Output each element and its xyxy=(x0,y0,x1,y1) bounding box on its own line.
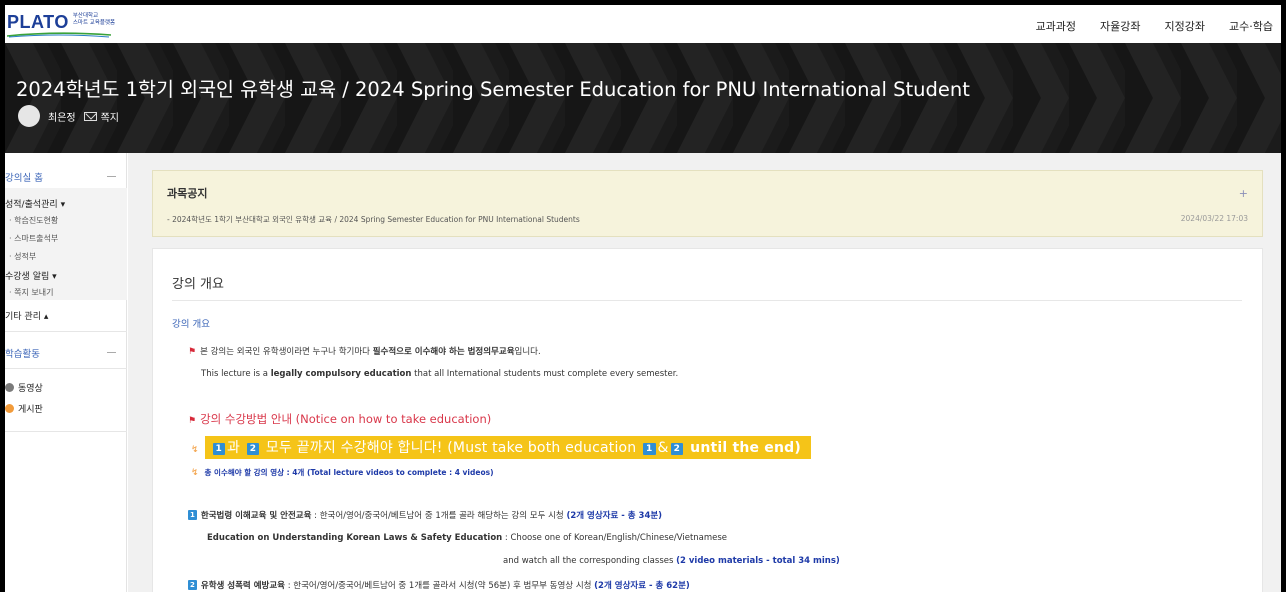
course-title: 2024학년도 1학기 외국인 유학생 교육 / 2024 Spring Sem… xyxy=(16,78,970,101)
text: until the end) xyxy=(685,440,801,456)
section-subtitle: 강의 개요 xyxy=(172,319,210,330)
notice-more-icon[interactable]: + xyxy=(1239,187,1248,200)
text: 본 강의는 외국인 유학생이라면 누구나 학기마다 xyxy=(200,347,373,357)
bolt-icon: ↯ xyxy=(191,445,199,455)
text: that all International students must com… xyxy=(411,369,679,379)
nav-self-course[interactable]: 자율강좌 xyxy=(1100,18,1140,34)
divider xyxy=(5,431,127,432)
flag-icon: ⚑ xyxy=(188,416,197,426)
logo-text: PLATO xyxy=(7,12,69,32)
number-badge: 2 xyxy=(246,443,260,455)
text-blue: (2개 영상자료 - 총 34분) xyxy=(566,511,663,521)
notice-item[interactable]: - 2024학년도 1학기 부산대학교 외국인 유학생 교육 / 2024 Sp… xyxy=(167,214,580,225)
number-badge: 2 xyxy=(188,580,197,590)
logo-sub-line2: 스마트 교육플랫폼 xyxy=(72,19,116,26)
instructor-name[interactable]: 최은정 xyxy=(48,109,76,124)
text: 입니다. xyxy=(514,347,541,357)
sidebar: 강의실 홈 성적/출석관리 ▾ · 학습진도현황 · 스마트출석부 · 성적부 … xyxy=(5,153,127,592)
logo-subtitle: 부산대학교 스마트 교육플랫폼 xyxy=(73,13,115,26)
notice-date: 2024/03/22 17:03 xyxy=(1180,214,1248,223)
logo-sub-line1: 부산대학교 xyxy=(72,13,99,19)
number-badge: 1 xyxy=(188,510,197,520)
sidebar-item-attendance[interactable]: · 스마트출석부 xyxy=(9,233,58,244)
section-title: 강의 개요 xyxy=(172,277,224,292)
text-bold: 필수적으로 이수해야 하는 법정의무교육 xyxy=(372,347,515,357)
sidebar-item-label: 학습진도현황 xyxy=(14,216,59,225)
sidebar-alerts[interactable]: 수강생 알림 ▾ xyxy=(5,269,57,282)
text: and watch all the corresponding classes xyxy=(503,556,677,566)
avatar xyxy=(18,105,40,127)
sidebar-item-board[interactable]: 게시판 xyxy=(5,402,43,415)
collapse-icon[interactable] xyxy=(107,352,116,353)
text: & xyxy=(657,440,669,456)
intro-english: This lecture is a legally compulsory edu… xyxy=(201,369,678,379)
sidebar-other[interactable]: 기타 관리 ▴ xyxy=(5,309,48,322)
sidebar-item-progress[interactable]: · 학습진도현황 xyxy=(9,215,58,226)
number-badge: 1 xyxy=(212,443,226,455)
divider xyxy=(5,368,127,369)
text-bold: legally compulsory education xyxy=(270,369,412,379)
logo-swoosh-icon xyxy=(7,32,111,38)
notice-title: 과목공지 xyxy=(167,187,208,200)
sidebar-item-label: 쪽지 보내기 xyxy=(14,288,54,297)
sidebar-home[interactable]: 강의실 홈 xyxy=(5,170,43,184)
how-to-heading: ⚑ 강의 수강방법 안내 (Notice on how to take educa… xyxy=(188,411,491,427)
text-blue: (2개 영상자료 - 총 62분) xyxy=(594,581,690,591)
sidebar-item-label: 게시판 xyxy=(18,405,43,415)
section-1-english-cont: and watch all the corresponding classes … xyxy=(503,556,840,566)
intro-korean: ⚑ 본 강의는 외국인 유학생이라면 누구나 학기마다 필수적으로 이수해야 하는… xyxy=(188,345,541,357)
sidebar-item-video[interactable]: 동영상 xyxy=(5,381,43,394)
total-videos: ↯ 총 이수해야 할 강의 영상 : 4개 (Total lecture vide… xyxy=(191,467,494,478)
text: 과 xyxy=(227,440,241,456)
text-bold: 유학생 성폭력 예방교육 xyxy=(200,581,285,591)
highlight-banner: 1과 2 모두 끝까지 수강해야 합니다! (Must take both ed… xyxy=(204,436,811,459)
sidebar-item-label: 동영상 xyxy=(18,384,43,394)
message-link[interactable]: 쪽지 xyxy=(101,109,119,124)
nav-curriculum[interactable]: 교과과정 xyxy=(1036,18,1076,34)
banner-meta: 최은정 쪽지 xyxy=(18,105,119,127)
course-notice: 과목공지 + - 2024학년도 1학기 부산대학교 외국인 유학생 교육 / … xyxy=(152,170,1263,237)
browser-viewport: PLATO 부산대학교 스마트 교육플랫폼 교과과정 자율강좌 지정강좌 교수·… xyxy=(5,5,1281,592)
course-overview: 강의 개요 강의 개요 ⚑ 본 강의는 외국인 유학생이라면 누구나 학기마다 필… xyxy=(152,248,1263,592)
text: : 한국어/영어/중국어/베트남어 중 1개를 골라 해당하는 강의 모두 시청 xyxy=(311,511,567,521)
plato-logo[interactable]: PLATO 부산대학교 스마트 교육플랫폼 xyxy=(7,12,115,38)
sidebar-item-label: 성적부 xyxy=(14,252,37,261)
text-bold: Education on Understanding Korean Laws &… xyxy=(207,533,503,543)
course-banner: 2024학년도 1학기 외국인 유학생 교육 / 2024 Spring Sem… xyxy=(5,43,1281,153)
nav-designated-course[interactable]: 지정강좌 xyxy=(1165,18,1205,34)
top-nav: 교과과정 자율강좌 지정강좌 교수·학습 xyxy=(1036,18,1273,34)
video-icon xyxy=(5,383,14,392)
divider xyxy=(172,300,1242,301)
collapse-icon[interactable] xyxy=(107,176,116,177)
bolt-icon: ↯ xyxy=(191,468,199,478)
top-bar: PLATO 부산대학교 스마트 교육플랫폼 교과과정 자율강좌 지정강좌 교수·… xyxy=(5,5,1281,43)
section-1-korean: 1 한국법령 이해교육 및 안전교육 : 한국어/영어/중국어/베트남어 중 1개… xyxy=(188,509,662,521)
text: 강의 수강방법 안내 (Notice on how to take educat… xyxy=(200,412,492,426)
sidebar-item-label: 스마트출석부 xyxy=(14,234,59,243)
mail-icon[interactable] xyxy=(83,111,97,121)
text-blue: (2 video materials - total 34 mins) xyxy=(676,556,840,566)
text: 총 이수해야 할 강의 영상 : 4개 (Total lecture video… xyxy=(204,468,494,477)
sidebar-activities[interactable]: 학습활동 xyxy=(5,346,40,360)
number-badge: 1 xyxy=(643,443,656,455)
text-bold: 한국법령 이해교육 및 안전교육 xyxy=(200,511,312,521)
text: : 한국어/영어/중국어/베트남어 중 1개를 골라서 시청(약 56분) 후 … xyxy=(285,581,595,591)
flag-icon: ⚑ xyxy=(188,347,197,357)
highlight-line: ↯ 1 과 2 모두 끝까지 수강해야 합니다! (Must take both e… xyxy=(191,436,811,459)
sidebar-item-send-message[interactable]: · 쪽지 보내기 xyxy=(9,287,53,298)
text: : Choose one of Korean/English/Chinese/V… xyxy=(502,533,728,543)
section-2-korean: 2 유학생 성폭력 예방교육 : 한국어/영어/중국어/베트남어 중 1개를 골라… xyxy=(188,579,690,591)
divider xyxy=(5,331,127,332)
sidebar-item-gradebook[interactable]: · 성적부 xyxy=(9,251,36,262)
section-1-english: Education on Understanding Korean Laws &… xyxy=(207,533,727,543)
text: This lecture is a xyxy=(201,369,271,379)
board-icon xyxy=(5,404,14,413)
sidebar-grades[interactable]: 성적/출석관리 ▾ xyxy=(5,197,65,210)
nav-teaching-learning[interactable]: 교수·학습 xyxy=(1229,18,1273,34)
text: 모두 끝까지 수강해야 합니다! (Must take both educati… xyxy=(261,440,642,456)
number-badge: 2 xyxy=(670,443,684,455)
